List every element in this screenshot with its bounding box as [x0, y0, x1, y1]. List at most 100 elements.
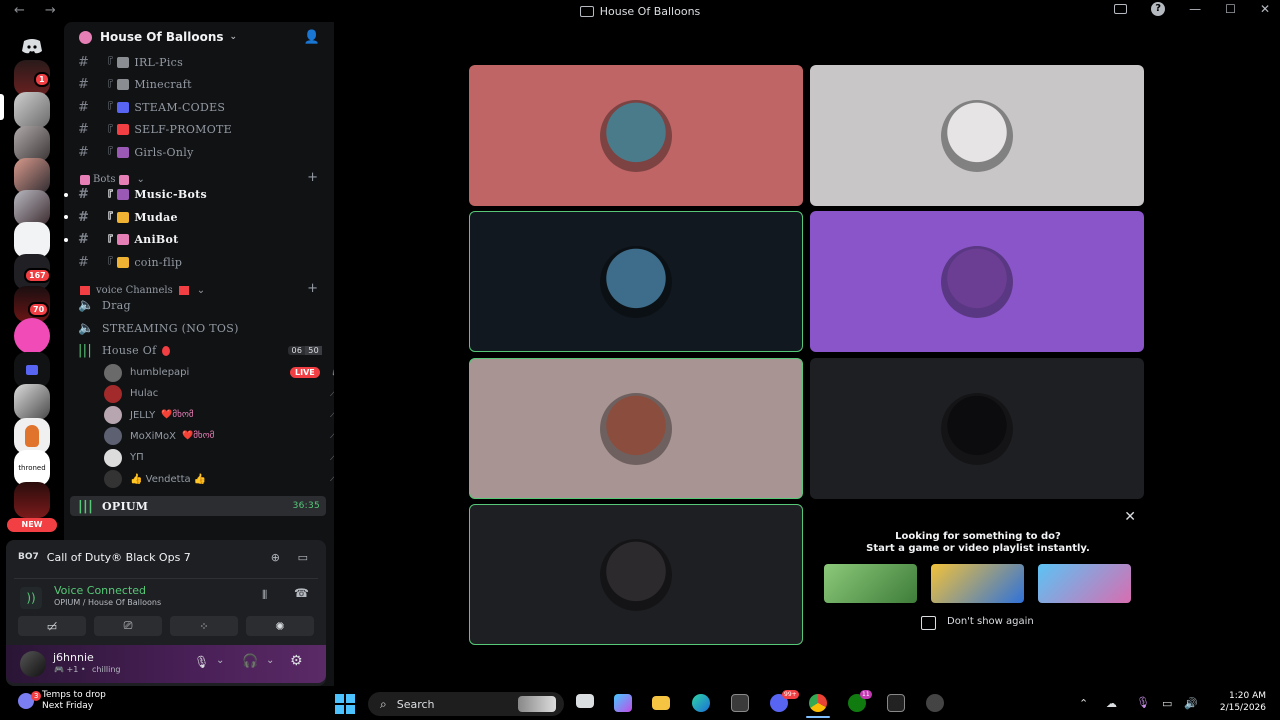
volume-icon[interactable]: 🔊 [1184, 697, 1198, 710]
cloud-icon[interactable]: ☁ [1106, 697, 1117, 710]
dont-show-label[interactable]: Don't show again [947, 616, 1034, 627]
task-view-icon[interactable] [576, 694, 594, 708]
server-icon[interactable] [14, 418, 50, 454]
channel-item[interactable]: # 『SELF-PROMOTE [78, 120, 232, 140]
channel-emoji-icon [117, 124, 130, 135]
server-icon[interactable]: throned [14, 450, 50, 486]
voice-user[interactable]: JELLY❤️მხომ⟋ [104, 405, 354, 425]
participant-tile[interactable] [810, 211, 1144, 352]
server-icon[interactable] [14, 158, 50, 194]
participant-tile[interactable] [469, 65, 803, 206]
signal-icon[interactable]: )) [20, 587, 42, 609]
avatar[interactable] [20, 651, 46, 677]
activities-button[interactable]: ⁘ [170, 616, 238, 636]
game-card-farm[interactable] [1038, 564, 1131, 603]
channel-item[interactable]: # 『Music-Bots [64, 185, 207, 205]
game-card-2v2[interactable] [931, 564, 1024, 603]
voice-channel-item[interactable]: ||| House Of 06 50 [78, 341, 322, 361]
microphone-icon[interactable]: 🎙 [194, 655, 209, 669]
server-icon[interactable] [14, 318, 50, 354]
add-channel-icon[interactable]: + [307, 281, 318, 296]
server-icon[interactable] [14, 222, 50, 258]
channel-item[interactable]: # 『coin-flip [78, 252, 182, 272]
server-icon[interactable] [14, 482, 50, 518]
taskbar-search[interactable]: ⌕ Search [368, 692, 564, 716]
username[interactable]: j6hnnie [53, 651, 94, 664]
participant-tile[interactable] [810, 358, 1144, 499]
server-icon[interactable] [14, 126, 50, 162]
voice-channel-item[interactable]: ||| OPIUM 36:35 [70, 496, 326, 517]
server-icon[interactable] [14, 384, 50, 420]
chevron-down-icon[interactable]: ⌄ [216, 655, 224, 666]
server-icon[interactable] [14, 92, 50, 128]
new-badge[interactable]: NEW [7, 518, 57, 532]
mention-badge: 70 [28, 302, 50, 317]
channel-item[interactable]: # 『Mudae [64, 207, 178, 227]
dont-show-checkbox[interactable] [921, 616, 936, 630]
soundboard-icon: ✺ [275, 619, 285, 633]
camera-button[interactable]: ▭̸ [18, 616, 86, 636]
guild-header[interactable]: House Of Balloons ⌄ 👤 [64, 22, 334, 52]
channel-item[interactable]: # 『Girls-Only [78, 142, 194, 162]
voice-connected-label[interactable]: Voice Connected [54, 584, 146, 597]
cod-icon[interactable] [887, 694, 905, 712]
invite-icon[interactable]: ⊕ [271, 551, 280, 564]
store-icon[interactable] [731, 694, 749, 712]
chrome-icon[interactable] [809, 694, 827, 712]
voice-channel-item[interactable]: 🔈 STREAMING (NO TOS) [78, 318, 239, 338]
mic-tray-icon[interactable]: 🎙 [1136, 696, 1150, 709]
voice-channel-item[interactable]: 🔈 Drag [78, 296, 131, 316]
voice-user[interactable]: MoXiMoX❤️მხომ⟋ [104, 426, 354, 446]
channel-item[interactable]: # 『STEAM-CODES [78, 97, 225, 117]
voice-user[interactable]: Hulac⟋ [104, 384, 354, 404]
channel-item[interactable]: # 『IRL-Pics [78, 52, 183, 72]
close-icon[interactable]: ✕ [1260, 2, 1270, 16]
server-icon[interactable] [14, 190, 50, 226]
forward-arrow-icon[interactable]: → [45, 3, 56, 18]
file-explorer-icon[interactable] [652, 696, 670, 710]
channel-emoji-icon [117, 211, 130, 223]
settings-gear-icon[interactable]: ⚙ [290, 653, 303, 669]
edge-icon[interactable] [692, 694, 710, 712]
add-channel-icon[interactable]: + [307, 170, 318, 185]
soundboard-button[interactable]: ✺ [246, 616, 314, 636]
help-icon[interactable]: ? [1151, 2, 1166, 16]
avatar [104, 470, 122, 488]
game-card-chess[interactable] [824, 564, 917, 603]
channel-item[interactable]: # 『AniBot [64, 230, 179, 250]
add-member-icon[interactable]: 👤 [304, 30, 320, 45]
participant-tile[interactable] [469, 211, 803, 352]
maximize-icon[interactable]: ☐ [1225, 2, 1236, 16]
voice-user[interactable]: 👍 Vendetta 👍⟋ [104, 469, 354, 489]
inbox-icon[interactable] [1113, 2, 1127, 16]
game-logo-icon: BO7 [18, 552, 39, 562]
close-icon[interactable]: ✕ [1124, 509, 1136, 525]
discord-home-icon[interactable] [14, 28, 50, 64]
user-tag: ❤️მხომ [181, 431, 215, 442]
voice-user[interactable]: YΠ⟋ [104, 448, 354, 468]
participant-tile[interactable] [469, 504, 803, 645]
channel-item[interactable]: # 『Minecraft [78, 75, 192, 95]
voice-location[interactable]: OPIUM / House Of Balloons [54, 598, 161, 607]
title-bar: ← → House Of Balloons ? — ☐ ✕ [0, 0, 1280, 22]
discord-badge: 99+ [782, 690, 799, 699]
clock[interactable]: 1:20 AM 2/15/2026 [1220, 690, 1266, 714]
screen-share-button[interactable]: ⎚ [94, 616, 162, 636]
chevron-up-icon[interactable]: ⌃ [1079, 697, 1088, 710]
category-emoji-icon [118, 174, 129, 185]
disconnect-icon[interactable]: ☎ [294, 586, 309, 600]
back-arrow-icon[interactable]: ← [14, 3, 25, 18]
participant-tile[interactable] [810, 65, 1144, 206]
stream-icon[interactable]: ▭ [298, 551, 308, 564]
windows-start-icon[interactable] [335, 694, 355, 714]
app-icon[interactable] [926, 694, 944, 712]
voice-user[interactable]: humblepapiLIVE🎮 [104, 363, 354, 383]
noise-suppression-icon[interactable]: ⦀ [262, 588, 267, 603]
minimize-icon[interactable]: — [1189, 2, 1201, 16]
headphones-icon[interactable]: 🎧 [242, 654, 258, 669]
chevron-down-icon[interactable]: ⌄ [266, 655, 274, 666]
participant-tile[interactable] [469, 358, 803, 499]
display-icon[interactable]: ▭ [1162, 697, 1172, 710]
copilot-icon[interactable] [614, 694, 632, 712]
folder-icon[interactable] [14, 352, 50, 388]
